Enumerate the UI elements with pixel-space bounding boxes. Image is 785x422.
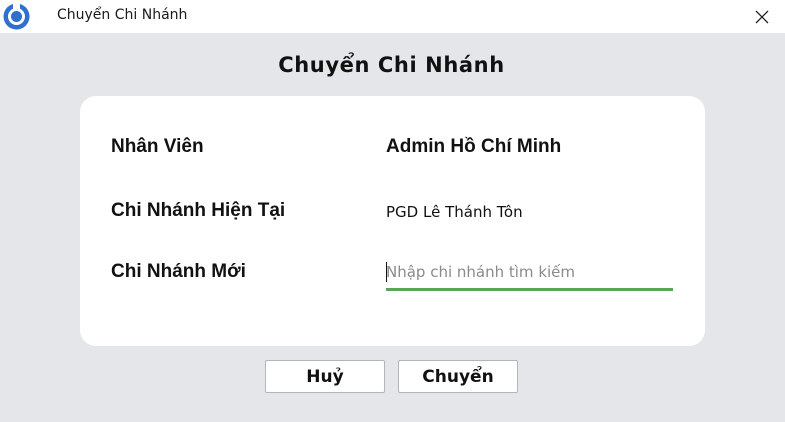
text-caret: [386, 262, 387, 282]
new-branch-label: Chi Nhánh Mới: [111, 261, 246, 282]
current-branch-value: PGD Lê Thánh Tôn: [386, 203, 523, 221]
dialog-body: Chuyển Chi Nhánh Nhân Viên Admin Hồ Chí …: [0, 33, 785, 422]
window-title: Chuyển Chi Nhánh: [57, 7, 188, 23]
dialog-heading: Chuyển Chi Nhánh: [278, 53, 505, 77]
new-branch-field: [386, 256, 673, 291]
close-icon: [755, 10, 769, 23]
transfer-button[interactable]: Chuyển: [398, 360, 518, 393]
new-branch-search-input[interactable]: [386, 256, 673, 291]
current-branch-label: Chi Nhánh Hiện Tại: [111, 200, 286, 221]
title-bar: Chuyển Chi Nhánh: [0, 0, 785, 33]
form-card: Nhân Viên Admin Hồ Chí Minh Chi Nhánh Hi…: [80, 96, 705, 346]
employee-value: Admin Hồ Chí Minh: [386, 136, 562, 157]
app-logo-icon: [3, 3, 30, 30]
close-button[interactable]: [739, 0, 785, 33]
employee-label: Nhân Viên: [111, 136, 204, 157]
cancel-button[interactable]: Huỷ: [265, 360, 385, 393]
